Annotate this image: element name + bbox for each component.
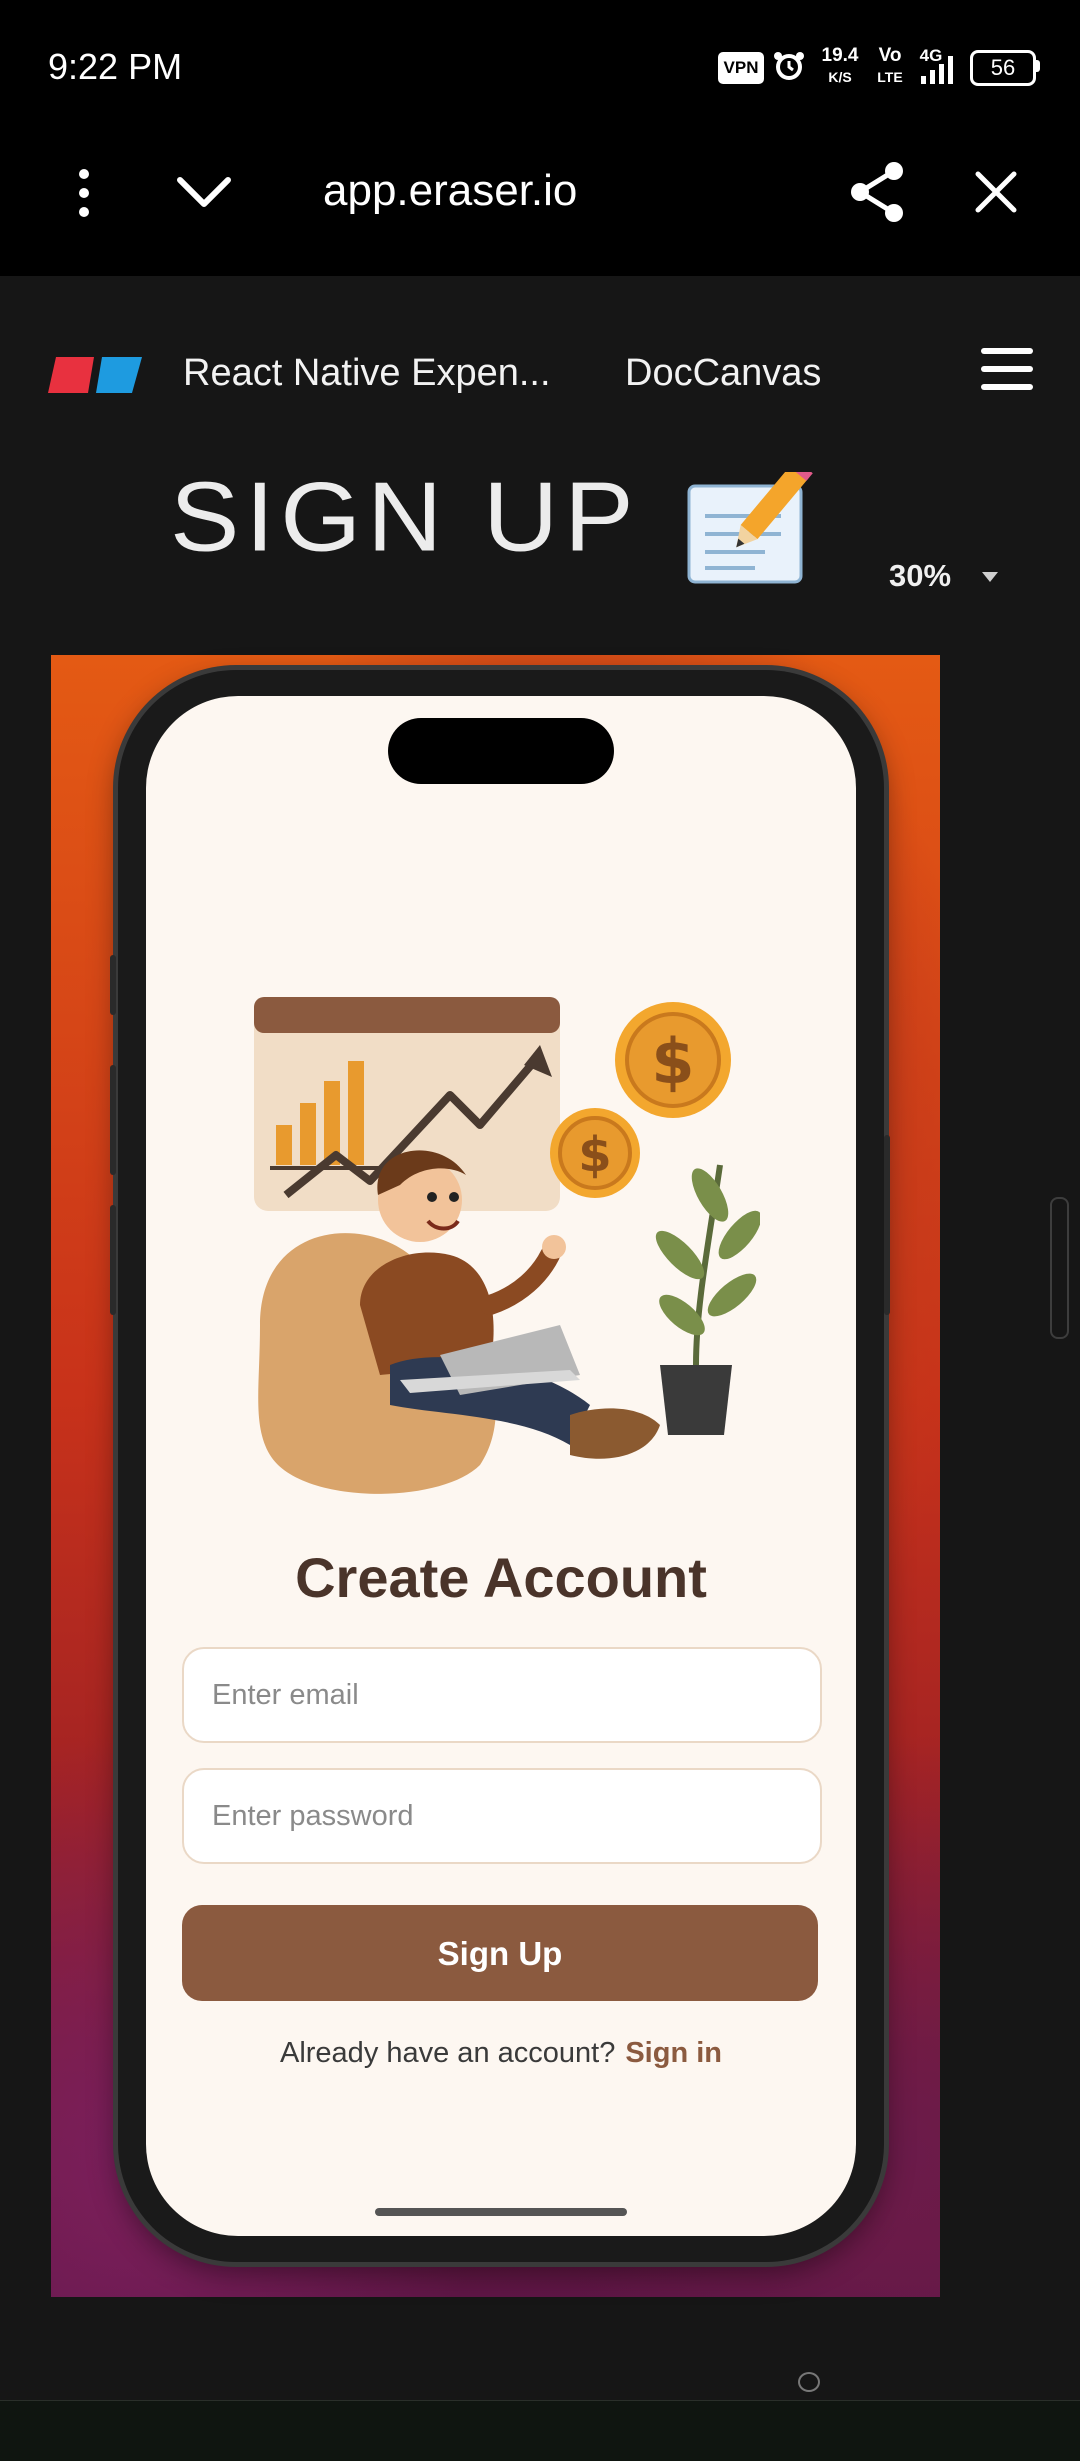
- tab-doccanvas[interactable]: DocCanvas: [625, 352, 821, 395]
- sign-in-link[interactable]: Sign in: [625, 2037, 722, 2069]
- vpn-icon: VPN: [718, 52, 764, 84]
- memo-emoji-icon: [687, 472, 813, 584]
- canvas-handle-icon[interactable]: [798, 2372, 820, 2392]
- net-speed-unit: K/S: [828, 69, 852, 85]
- volte-bottom: LTE: [877, 69, 903, 85]
- create-account-title: Create Account: [295, 1546, 707, 1609]
- zoom-level[interactable]: 30%: [889, 558, 951, 594]
- status-time: 9:22 PM: [48, 46, 183, 87]
- person-laptop-finance-illustration: $ $: [254, 997, 760, 1494]
- share-icon[interactable]: [847, 160, 907, 224]
- password-field[interactable]: [182, 1768, 822, 1864]
- hamburger-menu-icon[interactable]: [981, 346, 1033, 392]
- battery-tip: [1035, 60, 1040, 72]
- volte-top: Vo: [878, 45, 902, 66]
- dynamic-island: [388, 718, 614, 784]
- url-bar[interactable]: app.eraser.io: [323, 166, 577, 216]
- zoom-dropdown-icon[interactable]: [980, 570, 1000, 584]
- chevron-down-icon[interactable]: [176, 172, 232, 212]
- svg-text:$: $: [651, 1025, 694, 1098]
- phone-button: [110, 1205, 116, 1315]
- account-prompt: Already have an account?: [279, 2037, 616, 2069]
- password-input[interactable]: [184, 1770, 820, 1862]
- eraser-logo[interactable]: [46, 355, 146, 395]
- document-title[interactable]: React Native Expen...: [183, 352, 551, 395]
- more-vert-icon[interactable]: [70, 166, 98, 222]
- svg-text:$: $: [578, 1127, 611, 1183]
- signal-icon: [921, 56, 953, 84]
- phone-button: [884, 1135, 890, 1315]
- close-icon[interactable]: [972, 168, 1020, 216]
- bottom-bar: [0, 2400, 1080, 2461]
- battery-icon: 56: [970, 50, 1036, 86]
- sign-up-button[interactable]: Sign Up: [182, 1905, 818, 2001]
- phone-button: [110, 955, 116, 1015]
- signin-row: Already have an account? Sign in: [146, 2037, 856, 2070]
- canvas-heading: SIGN UP: [170, 461, 640, 573]
- email-input[interactable]: [184, 1649, 820, 1741]
- alarm-icon: [774, 52, 804, 80]
- phone-button: [110, 1065, 116, 1175]
- net-speed-value: 19.4: [821, 45, 859, 66]
- scrollbar[interactable]: [1050, 1197, 1069, 1339]
- home-indicator: [375, 2208, 627, 2216]
- email-field[interactable]: [182, 1647, 822, 1743]
